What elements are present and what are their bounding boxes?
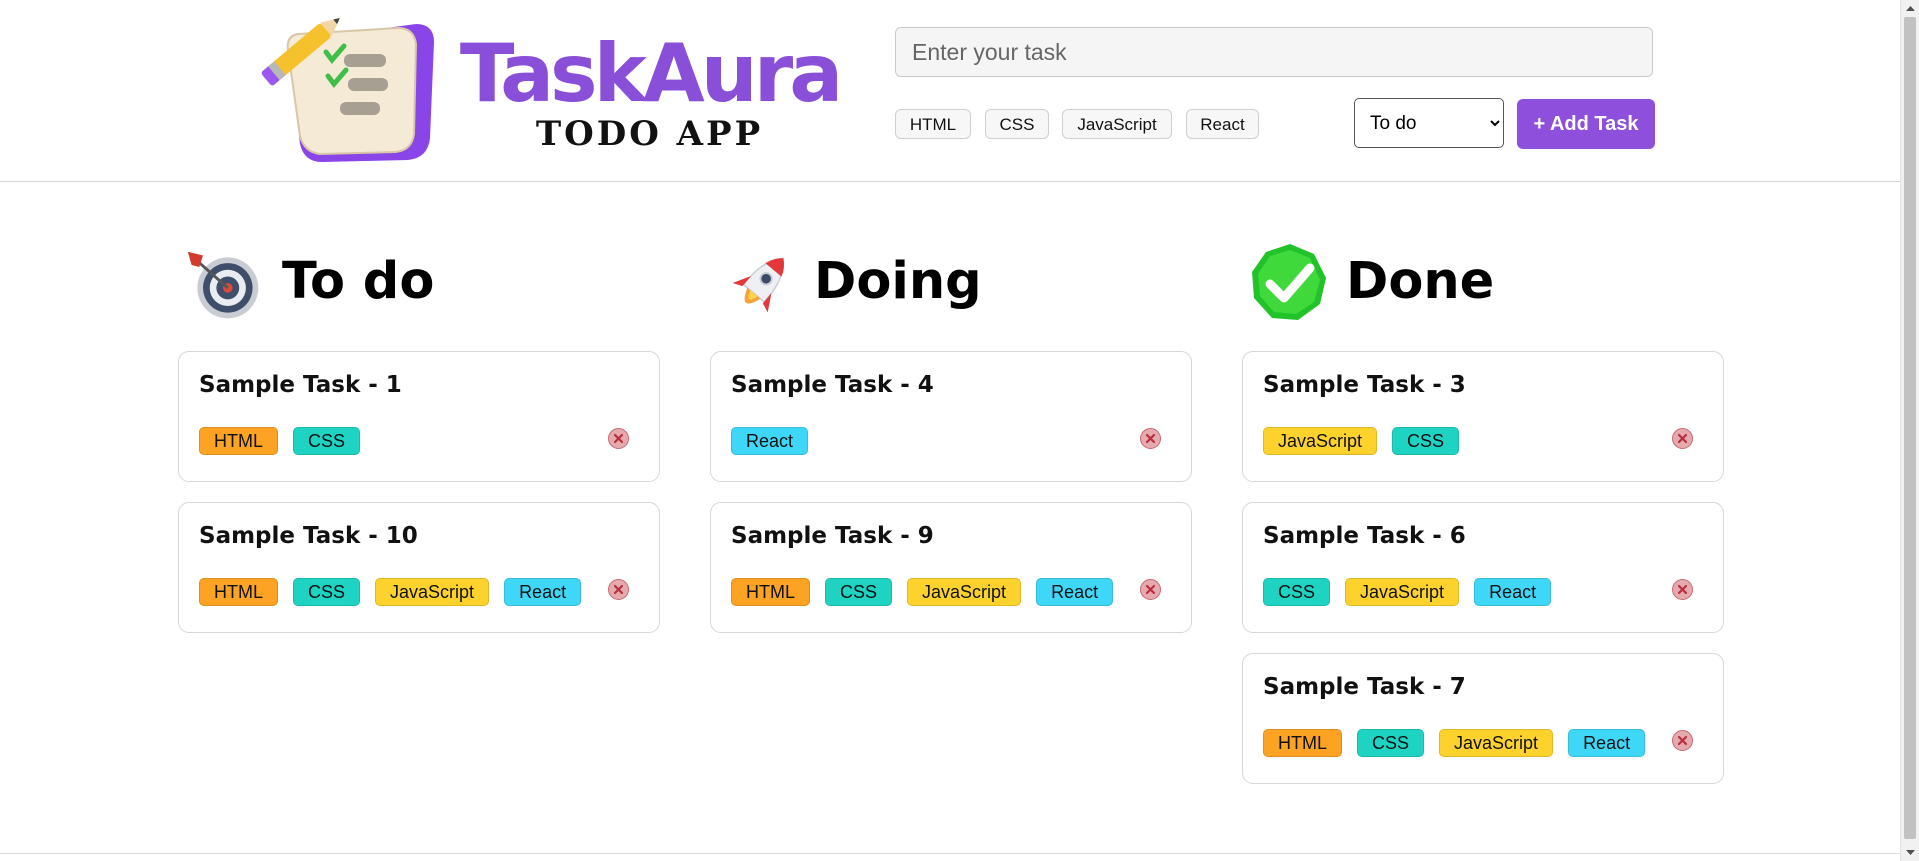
scrollbar-thumb[interactable] <box>1904 17 1916 839</box>
task-input[interactable] <box>895 27 1653 77</box>
task-tags: React <box>731 427 809 455</box>
tag-pill-react: React <box>1568 729 1646 757</box>
column-header: To do <box>178 240 660 330</box>
footer-divider <box>0 853 1900 854</box>
close-icon <box>1677 584 1688 595</box>
tag-pill-css: CSS <box>293 578 361 606</box>
close-icon <box>1677 433 1688 444</box>
task-tags: HTML CSS JavaScript React <box>199 578 582 606</box>
delete-task-button[interactable] <box>1140 428 1161 449</box>
delete-task-button[interactable] <box>608 579 629 600</box>
tag-pill-css: CSS <box>1263 578 1331 606</box>
task-card: Sample Task - 4 React <box>710 351 1192 482</box>
task-title: Sample Task - 6 <box>1263 523 1466 549</box>
brand-subtitle: TODO APP <box>535 114 764 154</box>
column-title: Doing <box>814 252 982 311</box>
tag-chip-html[interactable]: HTML <box>895 109 971 139</box>
task-tags: HTML CSS <box>199 427 361 455</box>
task-tags: CSS JavaScript React <box>1263 578 1552 606</box>
tag-pill-css: CSS <box>825 578 893 606</box>
tag-pill-react: React <box>1474 578 1552 606</box>
column-title: Done <box>1346 252 1495 311</box>
tag-pill-html: HTML <box>1263 729 1342 757</box>
column-header: Done <box>1242 240 1724 330</box>
delete-task-button[interactable] <box>1672 730 1693 751</box>
task-tags: HTML CSS JavaScript React <box>1263 729 1646 757</box>
tag-pill-css: CSS <box>1392 427 1460 455</box>
target-dart-icon <box>187 251 259 319</box>
task-card: Sample Task - 3 JavaScript CSS <box>1242 351 1724 482</box>
scroll-up-arrow-icon[interactable] <box>1901 2 1919 16</box>
scroll-down-arrow-icon[interactable] <box>1901 845 1919 859</box>
tag-pill-react: React <box>1036 578 1114 606</box>
logo-text: TaskAura TODO APP <box>457 26 843 156</box>
tag-pill-css: CSS <box>1357 729 1425 757</box>
app-header: TaskAura TODO APP HTML CSS JavaScript Re… <box>0 0 1900 182</box>
delete-task-button[interactable] <box>1140 579 1161 600</box>
column-todo: To do Sample Task - 1 HTML CSS Sample Ta… <box>178 240 660 633</box>
task-card: Sample Task - 6 CSS JavaScript React <box>1242 502 1724 633</box>
task-title: Sample Task - 1 <box>199 372 402 398</box>
column-header: Doing <box>710 240 1192 330</box>
tag-pill-javascript: JavaScript <box>375 578 490 606</box>
close-icon <box>1677 735 1688 746</box>
delete-task-button[interactable] <box>1672 579 1693 600</box>
task-title: Sample Task - 7 <box>1263 674 1466 700</box>
tag-pill-html: HTML <box>199 578 278 606</box>
status-select[interactable]: To do <box>1354 98 1504 148</box>
tag-chip-javascript[interactable]: JavaScript <box>1062 109 1172 139</box>
column-title: To do <box>282 252 435 311</box>
task-title: Sample Task - 3 <box>1263 372 1466 398</box>
column-done: Done Sample Task - 3 JavaScript CSS Samp… <box>1242 240 1724 784</box>
task-card: Sample Task - 1 HTML CSS <box>178 351 660 482</box>
task-tags: JavaScript CSS <box>1263 427 1460 455</box>
close-icon <box>1145 433 1156 444</box>
app-logo: TaskAura TODO APP <box>256 16 843 166</box>
brand-name: TaskAura <box>459 27 843 120</box>
tag-pill-html: HTML <box>199 427 278 455</box>
vertical-scrollbar[interactable] <box>1900 0 1919 861</box>
task-title: Sample Task - 4 <box>731 372 934 398</box>
tag-pill-css: CSS <box>293 427 361 455</box>
close-icon <box>613 584 624 595</box>
rocket-icon <box>732 257 785 313</box>
tag-chip-react[interactable]: React <box>1186 109 1259 139</box>
tag-pill-react: React <box>731 427 809 455</box>
check-mark-icon <box>1252 244 1326 320</box>
tag-pill-javascript: JavaScript <box>1439 729 1554 757</box>
delete-task-button[interactable] <box>1672 428 1693 449</box>
close-icon <box>613 433 624 444</box>
column-doing: Doing Sample Task - 4 React Sample Task … <box>710 240 1192 633</box>
tag-pill-react: React <box>504 578 582 606</box>
checklist-pencil-icon <box>261 17 434 162</box>
tag-pill-javascript: JavaScript <box>1345 578 1460 606</box>
tag-chip-css[interactable]: CSS <box>985 109 1049 139</box>
add-task-button[interactable]: + Add Task <box>1517 99 1655 149</box>
tag-pill-javascript: JavaScript <box>907 578 1022 606</box>
task-title: Sample Task - 10 <box>199 523 418 549</box>
delete-task-button[interactable] <box>608 428 629 449</box>
task-card: Sample Task - 10 HTML CSS JavaScript Rea… <box>178 502 660 633</box>
task-title: Sample Task - 9 <box>731 523 934 549</box>
tag-pill-javascript: JavaScript <box>1263 427 1378 455</box>
tag-pill-html: HTML <box>731 578 810 606</box>
close-icon <box>1145 584 1156 595</box>
task-card: Sample Task - 9 HTML CSS JavaScript Reac… <box>710 502 1192 633</box>
task-card: Sample Task - 7 HTML CSS JavaScript Reac… <box>1242 653 1724 784</box>
task-tags: HTML CSS JavaScript React <box>731 578 1114 606</box>
